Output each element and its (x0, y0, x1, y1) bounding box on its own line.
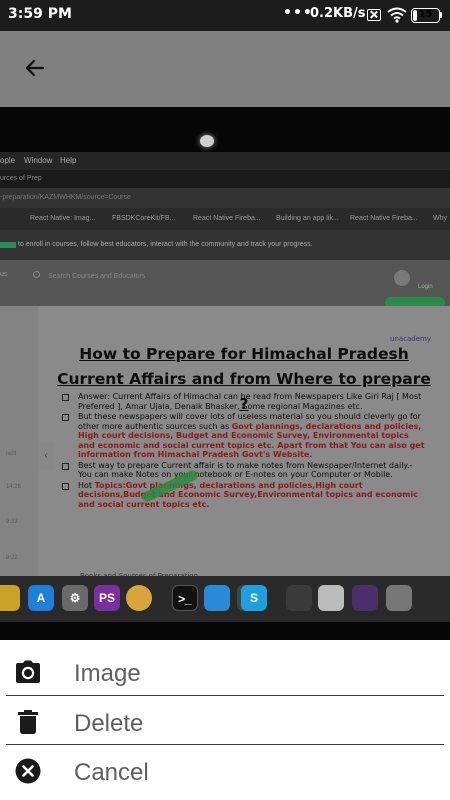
browser-tab-bar: urces of Prep (0, 170, 450, 188)
bullet-item: Best way to prepare Current affair is to… (62, 461, 427, 480)
banner-text: to enroll in courses, follow best educat… (18, 241, 313, 248)
bookmark: Why (433, 215, 447, 222)
captured-photo: ople Window Help urces of Prep -preparat… (0, 107, 450, 640)
bookmark: React Native Fireba... (350, 215, 418, 222)
url-text: -preparation/KAZMWHKM/source=Course (0, 194, 131, 201)
browser-tab: urces of Prep (0, 175, 42, 182)
bookmark: Building an app lik... (276, 215, 339, 222)
menu-item: ople (0, 156, 16, 165)
bullet-highlight: Topics:Govt plannings, declarations and … (78, 480, 419, 509)
bullet-text: Hot (78, 480, 95, 490)
browser-url-bar: -preparation/KAZMWHKM/source=Course (0, 188, 450, 208)
xcode-icon (204, 585, 230, 611)
mac-menu-bar: ople Window Help (0, 152, 450, 170)
laptop-camera (200, 135, 214, 147)
app-bar (0, 31, 450, 107)
lesson-time: 14:26 (6, 484, 22, 490)
lesson-time: rent (6, 451, 17, 457)
camera-icon (14, 658, 42, 686)
bookmark: FBSDKCoreKit/FB... (112, 215, 176, 222)
bullet-item: Answer: Current Affairs of Himachal can … (62, 392, 427, 411)
document-page: rent 14:26 9:33 8:22 ‹ unacademy How to … (0, 306, 450, 580)
bullet-text: Answer: Current Affairs of Himachal can … (78, 392, 422, 411)
trash-icon (386, 585, 412, 611)
skype-icon: S (241, 585, 267, 611)
no-sim-icon (367, 9, 381, 21)
status-dots: ••• (283, 5, 313, 21)
vscode-icon (352, 585, 378, 611)
lesson-sidebar: rent 14:26 9:33 8:22 (0, 306, 38, 576)
search-left-label: us (0, 271, 8, 278)
cancel-option[interactable]: Cancel (0, 745, 450, 794)
bullet-item: But these newspapers will cover lots of … (62, 412, 427, 460)
bullet-text: Best way to prepare Current affair is to… (78, 460, 413, 480)
system-prefs-icon: ⚙ (62, 585, 88, 611)
banner-button (0, 242, 16, 248)
bullet-item: Hot Topics:Govt plannings, declarations … (62, 481, 427, 510)
bookmark: React Native Fireba... (193, 215, 261, 222)
finder-icon (0, 585, 20, 611)
status-bar: 3:59 PM ••• 0.2KB/s 15 (0, 0, 450, 31)
laptop-bezel (0, 107, 450, 152)
terminal-icon: >_ (172, 585, 198, 611)
phpstorm-icon: PS (94, 585, 120, 611)
back-button[interactable] (15, 48, 55, 88)
signup-banner: to enroll in courses, follow best educat… (0, 230, 450, 260)
document-content: unacademy How to Prepare for Himachal Pr… (54, 306, 450, 580)
lesson-time: 9:33 (6, 519, 18, 525)
menu-item: Window (24, 156, 53, 165)
photos-icon (286, 585, 312, 611)
app-store-icon: A (28, 585, 54, 611)
close-circle-icon (14, 757, 42, 785)
avatar (394, 270, 410, 286)
site-search-row: us Search Courses and Educators Login (0, 260, 450, 306)
image-option[interactable]: Image (0, 646, 450, 695)
trash-icon (14, 708, 42, 736)
arrow-left-icon (25, 59, 45, 77)
laptop-bezel-bottom (0, 622, 450, 640)
delete-option[interactable]: Delete (0, 696, 450, 745)
status-time: 3:59 PM (8, 6, 72, 22)
battery-icon: 15 (411, 8, 440, 23)
image-label: Image (74, 660, 141, 687)
network-speed: 0.2KB/s (310, 6, 366, 21)
chevron-left-icon: ‹ (38, 442, 54, 470)
document-bullets: Answer: Current Affairs of Himachal can … (62, 392, 427, 510)
delete-label: Delete (74, 710, 144, 737)
chrome-icon (126, 585, 152, 611)
bookmark: React Native: Imag... (30, 215, 96, 222)
wifi-icon (387, 7, 407, 23)
search-placeholder: Search Courses and Educators (48, 273, 146, 280)
window-icon (318, 585, 344, 611)
mac-dock: A ⚙ PS >_ S (0, 576, 450, 622)
menu-item: Help (60, 156, 77, 165)
battery-percent: 15 (418, 9, 433, 20)
battery-nub (440, 12, 442, 18)
bookmarks-bar: React Native: Imag... FBSDKCoreKit/FB...… (0, 208, 450, 230)
login-label: Login (418, 284, 433, 290)
search-icon (33, 271, 40, 278)
screen: 3:59 PM ••• 0.2KB/s 15 ople Window Help … (0, 0, 450, 800)
action-sheet: Image Delete Cancel (0, 640, 450, 800)
cancel-label: Cancel (74, 759, 149, 786)
lesson-time: 8:22 (6, 555, 18, 561)
